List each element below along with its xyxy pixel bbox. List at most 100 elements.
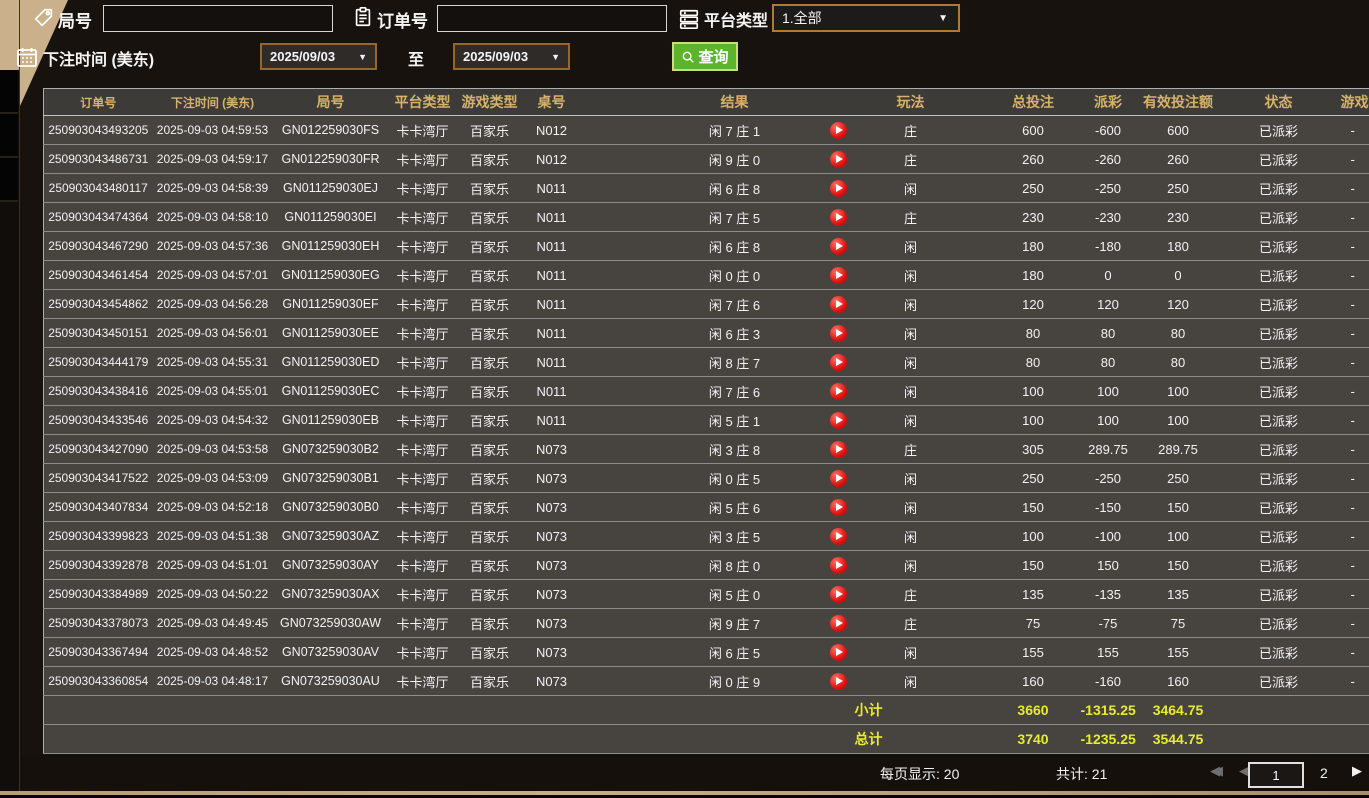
platform-cell: 卡卡湾厅	[388, 202, 457, 232]
time-cell: 2025-09-03 04:55:01	[152, 376, 273, 406]
play-type-cell: 闲	[880, 260, 941, 290]
record-row: 250903043486731 2025-09-03 04:59:17 GN0122…	[43, 144, 1369, 174]
play-replay-icon[interactable]	[830, 672, 847, 690]
round-cell: GN073259030AW	[272, 608, 389, 638]
status-cell: 已派彩	[1220, 376, 1337, 406]
header-valid-bet: 有效投注额	[1135, 88, 1221, 116]
bet-time-filter-label: 下注时间 (美东)	[43, 52, 155, 69]
valid-bet-cell: 150	[1135, 550, 1221, 580]
play-replay-icon[interactable]	[830, 527, 847, 545]
play-replay-icon[interactable]	[830, 585, 847, 603]
play-replay-icon[interactable]	[830, 498, 847, 516]
table-cell: N011	[522, 173, 581, 203]
play-replay-icon[interactable]	[830, 266, 847, 284]
play-triangle	[836, 445, 843, 454]
status-cell: 已派彩	[1220, 666, 1337, 696]
total-bet-cell: 150	[985, 550, 1081, 580]
result-cell: 闲 7 庄 1	[580, 115, 797, 145]
time-cell: 2025-09-03 04:56:28	[152, 289, 273, 319]
play-replay-icon[interactable]	[830, 324, 847, 342]
play-replay-icon[interactable]	[830, 208, 847, 226]
total-pages: 2	[1320, 765, 1328, 781]
result-replay-cell	[796, 666, 881, 696]
record-row: 250903043493205 2025-09-03 04:59:53 GN0122…	[43, 115, 1369, 145]
valid-bet-cell: 289.75	[1135, 434, 1221, 464]
valid-bet-cell: 80	[1135, 318, 1221, 348]
record-row: 250903043427090 2025-09-03 04:53:58 GN0732…	[43, 434, 1369, 464]
play-type-cell: 闲	[880, 405, 941, 435]
play-replay-icon[interactable]	[830, 614, 847, 632]
play-replay-icon[interactable]	[830, 179, 847, 197]
total-bet-cell: 80	[985, 347, 1081, 377]
play-replay-icon[interactable]	[830, 150, 847, 168]
table-cell: N011	[522, 289, 581, 319]
round-cell: GN073259030B0	[272, 492, 389, 522]
record-row: 250903043392878 2025-09-03 04:51:01 GN0732…	[43, 550, 1369, 580]
spacer-cell	[940, 260, 986, 290]
table-cell: N073	[522, 608, 581, 638]
server-stack-icon	[678, 8, 700, 30]
total-bet-cell: 180	[985, 231, 1081, 261]
date-to-select[interactable]: 2025/09/03 ▼	[453, 43, 570, 70]
payout-cell: 120	[1080, 289, 1136, 319]
play-replay-icon[interactable]	[830, 643, 847, 661]
order-cell: 250903043461454	[43, 260, 153, 290]
round-input[interactable]	[103, 5, 333, 32]
status-cell: 已派彩	[1220, 405, 1337, 435]
round-filter-label: 局号	[58, 12, 92, 31]
platform-select[interactable]: 1.全部 ▼	[772, 4, 960, 32]
game-cell: 百家乐	[456, 289, 523, 319]
platform-cell: 卡卡湾厅	[388, 521, 457, 551]
record-row: 250903043444179 2025-09-03 04:55:31 GN0112…	[43, 347, 1369, 377]
result-replay-cell	[796, 579, 881, 609]
record-row: 250903043461454 2025-09-03 04:57:01 GN0112…	[43, 260, 1369, 290]
game-mode-cell: -	[1336, 463, 1369, 493]
date-from-select[interactable]: 2025/09/03 ▼	[260, 43, 377, 70]
result-replay-cell	[796, 115, 881, 145]
subtotal-row: 小计 3660 -1315.25 3464.75	[43, 695, 1369, 725]
blank-cell	[43, 695, 797, 725]
header-platform: 平台类型	[388, 88, 457, 116]
play-replay-icon[interactable]	[830, 295, 847, 313]
valid-bet-cell: 160	[1135, 666, 1221, 696]
play-replay-icon[interactable]	[830, 469, 847, 487]
play-replay-icon[interactable]	[830, 440, 847, 458]
next-page-icon[interactable]: ▶	[1352, 763, 1362, 779]
page-number-input[interactable]	[1248, 762, 1304, 788]
game-cell: 百家乐	[456, 347, 523, 377]
play-triangle	[836, 648, 843, 657]
play-replay-icon[interactable]	[830, 353, 847, 371]
result-replay-cell	[796, 289, 881, 319]
spacer-cell	[940, 608, 986, 638]
header-replay	[796, 88, 881, 116]
order-cell: 250903043433546	[43, 405, 153, 435]
play-triangle	[836, 213, 843, 222]
play-replay-icon[interactable]	[830, 556, 847, 574]
status-cell: 已派彩	[1220, 492, 1337, 522]
play-replay-icon[interactable]	[830, 121, 847, 139]
total-bet-cell: 135	[985, 579, 1081, 609]
first-page-icon[interactable]: ◀◀	[1210, 763, 1223, 779]
blank-cell	[43, 724, 797, 754]
order-input[interactable]	[437, 5, 667, 32]
play-type-cell: 闲	[880, 550, 941, 580]
table-cell: N073	[522, 666, 581, 696]
game-cell: 百家乐	[456, 579, 523, 609]
play-type-cell: 闲	[880, 666, 941, 696]
query-button[interactable]: 查询	[672, 42, 738, 71]
result-cell: 闲 6 庄 8	[580, 231, 797, 261]
spacer-cell	[940, 637, 986, 667]
table-cell: N011	[522, 260, 581, 290]
play-replay-icon[interactable]	[830, 382, 847, 400]
time-cell: 2025-09-03 04:57:01	[152, 260, 273, 290]
platform-cell: 卡卡湾厅	[388, 492, 457, 522]
round-cell: GN011259030EJ	[272, 173, 389, 203]
play-replay-icon[interactable]	[830, 237, 847, 255]
record-row: 250903043480117 2025-09-03 04:58:39 GN0112…	[43, 173, 1369, 203]
play-replay-icon[interactable]	[830, 411, 847, 429]
play-type-cell: 闲	[880, 492, 941, 522]
game-mode-cell: -	[1336, 405, 1369, 435]
payout-cell: -250	[1080, 173, 1136, 203]
payout-cell: -100	[1080, 521, 1136, 551]
status-cell: 已派彩	[1220, 637, 1337, 667]
